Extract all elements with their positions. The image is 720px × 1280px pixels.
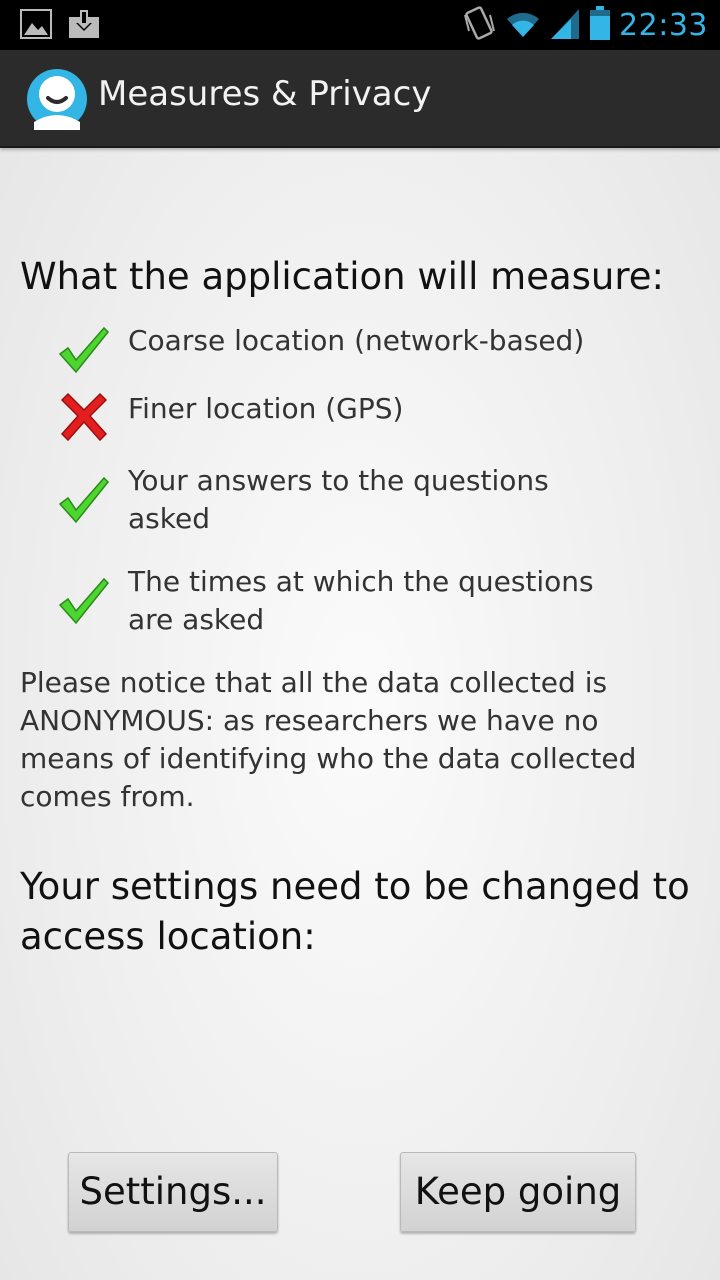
anonymity-notice: Please notice that all the data collecte… bbox=[20, 666, 637, 813]
check-icon bbox=[56, 573, 112, 629]
image-icon bbox=[20, 9, 52, 43]
keep-going-button[interactable]: Keep going bbox=[400, 1152, 636, 1232]
status-bar: 22:33 bbox=[0, 0, 720, 50]
battery-icon bbox=[589, 6, 611, 44]
vibrate-icon bbox=[463, 5, 496, 45]
signal-icon bbox=[551, 7, 581, 43]
settings-heading: Your settings need to be changed to acce… bbox=[20, 865, 690, 958]
clock: 22:33 bbox=[619, 7, 708, 43]
app-logo-icon[interactable] bbox=[26, 68, 88, 130]
settings-button[interactable]: Settings... bbox=[68, 1152, 278, 1232]
item-text: Coarse location (network-based) bbox=[128, 324, 585, 357]
item-text: Your answers to the questions asked bbox=[128, 464, 549, 535]
check-icon bbox=[56, 322, 112, 378]
action-bar: Measures & Privacy bbox=[0, 50, 720, 148]
measure-heading: What the application will measure: bbox=[20, 255, 665, 298]
item-text: Finer location (GPS) bbox=[128, 392, 404, 425]
check-icon bbox=[56, 472, 112, 528]
page-title: Measures & Privacy bbox=[98, 74, 432, 114]
cross-icon bbox=[56, 390, 112, 446]
download-icon bbox=[68, 9, 100, 43]
wifi-icon bbox=[503, 7, 543, 43]
item-text: The times at which the questions are ask… bbox=[128, 565, 594, 636]
